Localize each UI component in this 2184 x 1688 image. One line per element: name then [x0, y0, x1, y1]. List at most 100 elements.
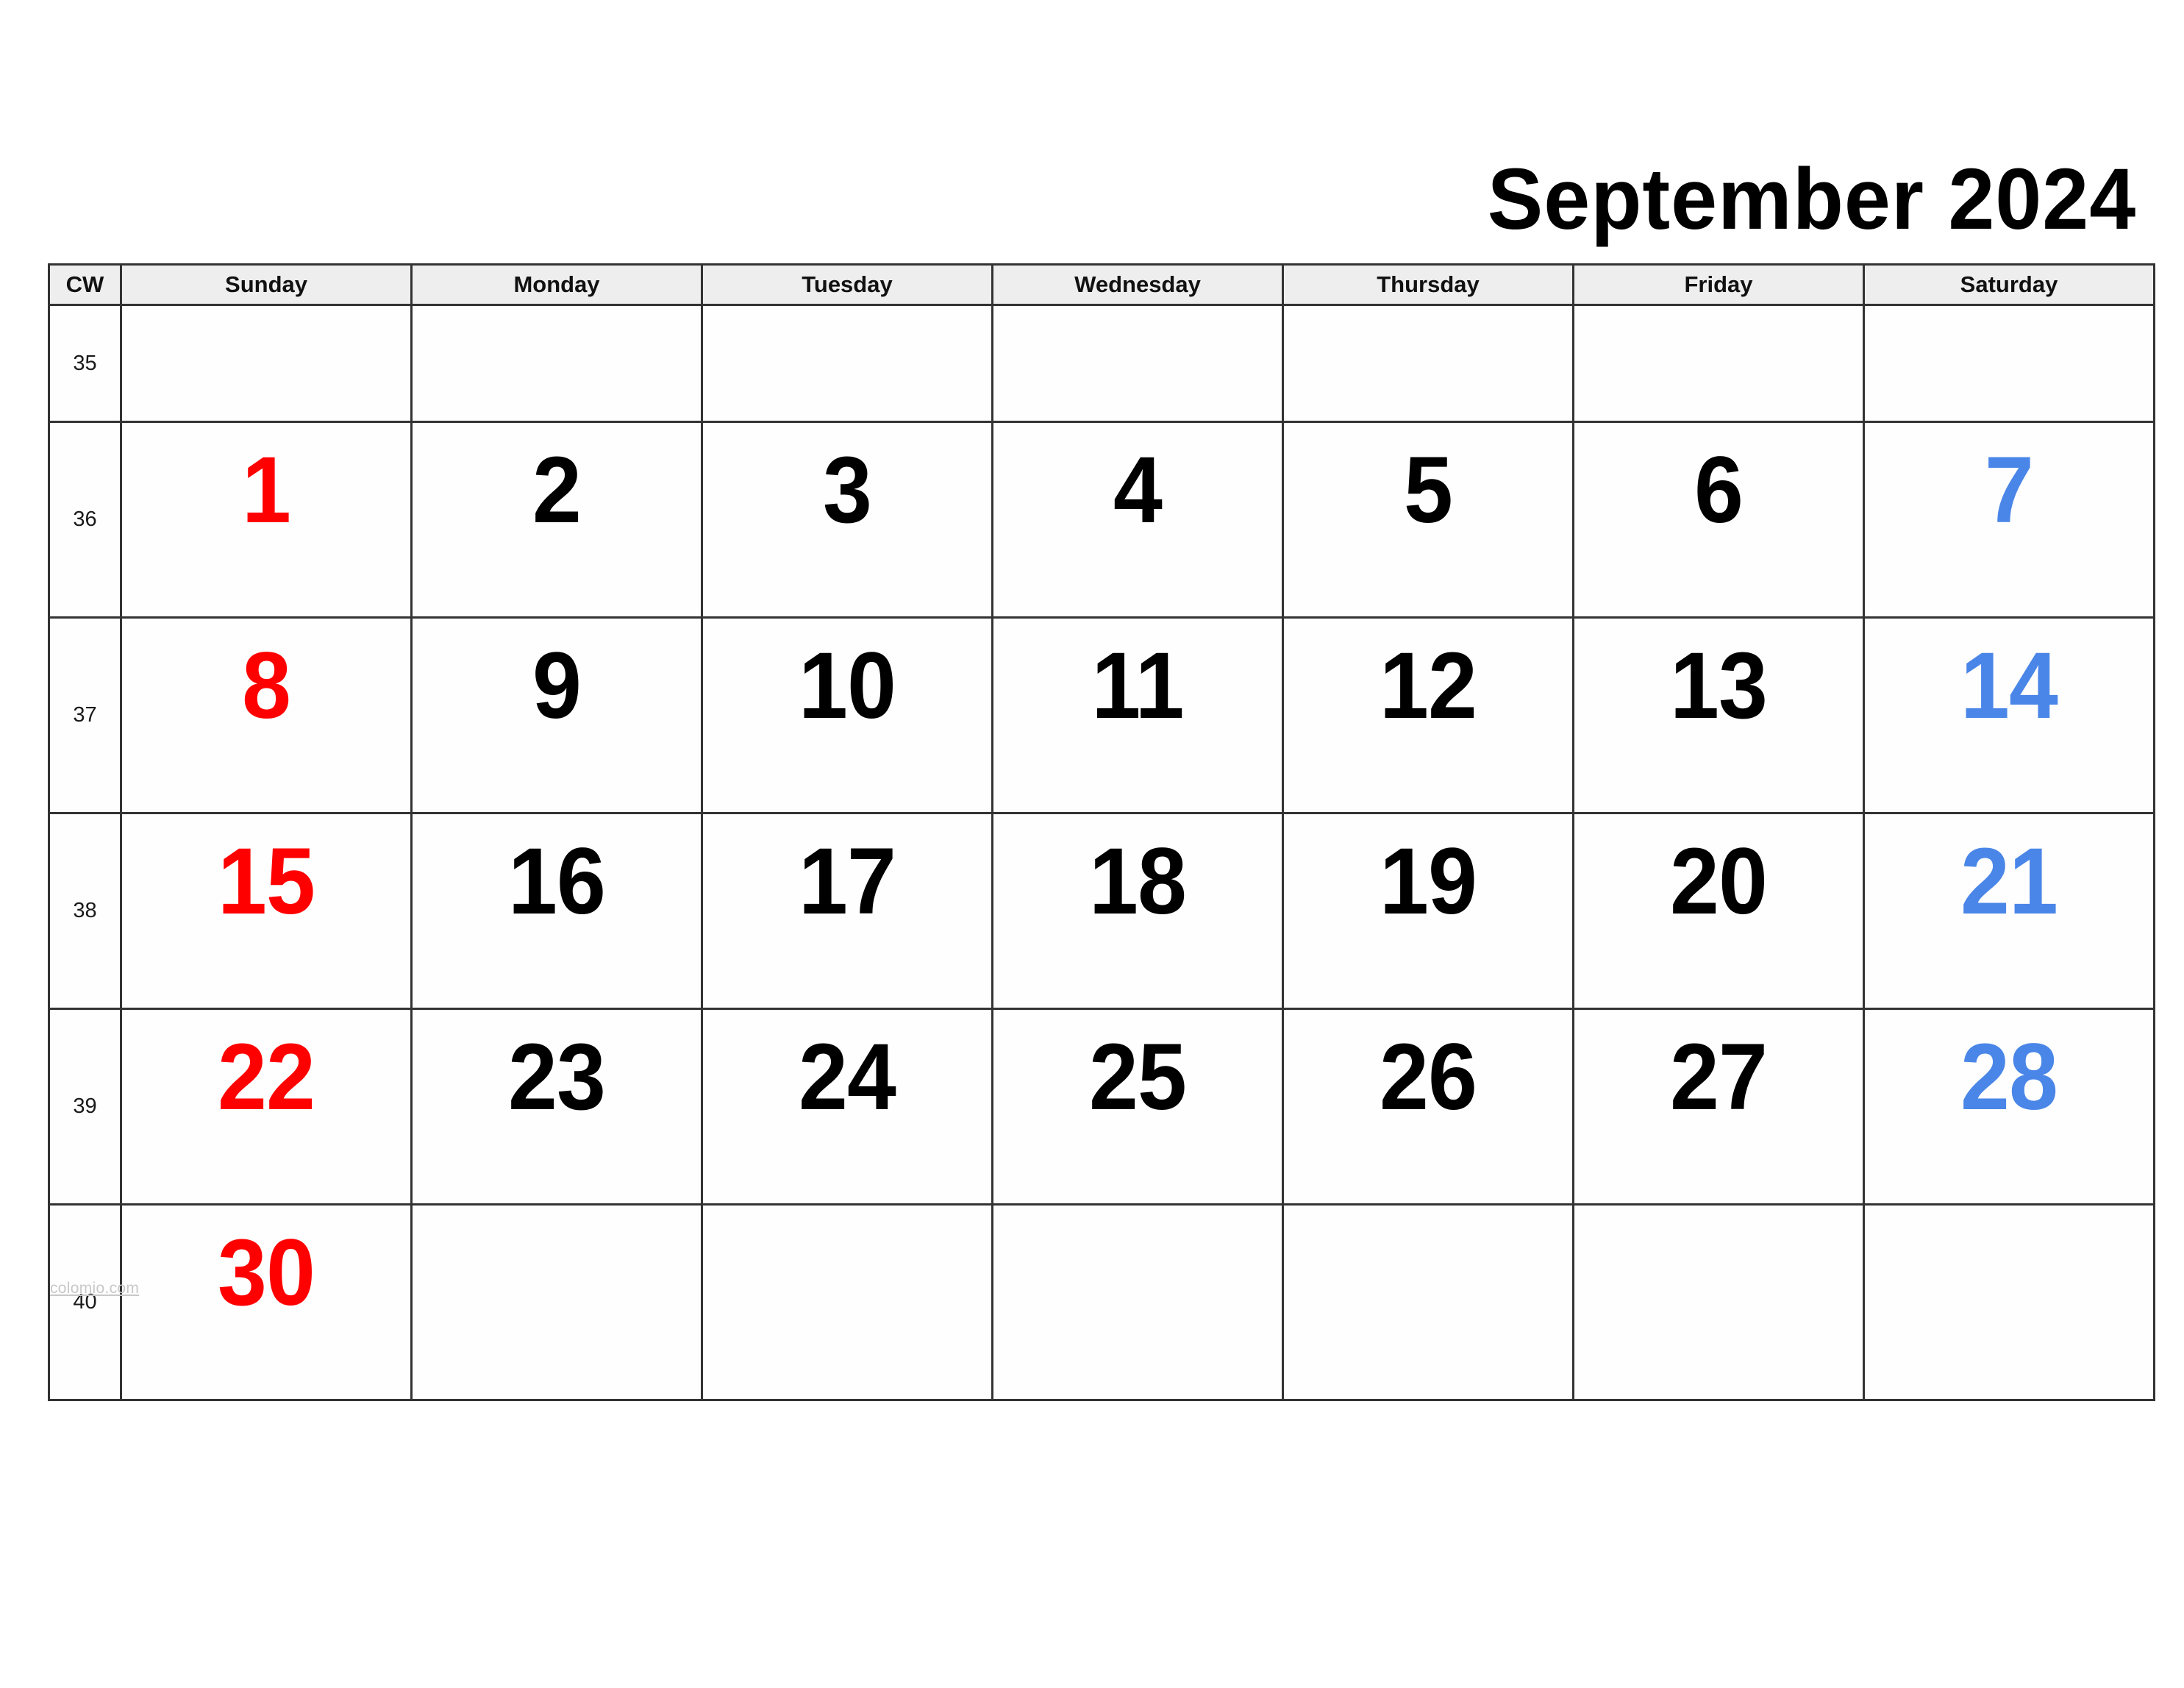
day-cell-thursday[interactable]: 5: [1282, 421, 1574, 619]
day-cell-sunday[interactable]: 30: [120, 1203, 413, 1401]
day-cell-tuesday[interactable]: 24: [701, 1008, 993, 1206]
calendar-week-row: 35: [48, 304, 2155, 423]
day-cell-wednesday[interactable]: [991, 304, 1284, 423]
day-cell-friday[interactable]: 20: [1572, 812, 1865, 1010]
day-cell-friday[interactable]: 13: [1572, 616, 1865, 814]
day-cell-friday[interactable]: 27: [1572, 1008, 1865, 1206]
day-cell-saturday[interactable]: [1863, 304, 2155, 423]
day-number: 18: [1089, 829, 1187, 934]
calendar-week-number: 39: [48, 1008, 122, 1206]
day-number: 22: [218, 1025, 315, 1130]
day-cell-saturday[interactable]: 7: [1863, 421, 2155, 619]
calendar-title-area: September 2024: [48, 110, 2136, 243]
day-number: 21: [1960, 829, 2058, 934]
calendar-week-number: 38: [48, 812, 122, 1010]
day-cell-friday[interactable]: 6: [1572, 421, 1865, 619]
day-cell-wednesday[interactable]: 11: [991, 616, 1284, 814]
day-number: 1: [242, 438, 291, 543]
day-number: [1293, 306, 1563, 421]
day-number: [1002, 1206, 1273, 1320]
day-cell-monday[interactable]: 23: [410, 1008, 703, 1206]
day-cell-saturday[interactable]: 21: [1863, 812, 2155, 1010]
day-number: 12: [1380, 633, 1477, 738]
day-number: 5: [1404, 438, 1453, 543]
day-cell-saturday[interactable]: 14: [1863, 616, 2155, 814]
column-header-saturday: Saturday: [1863, 263, 2155, 306]
day-cell-monday[interactable]: [410, 1203, 703, 1401]
day-number: 27: [1670, 1025, 1768, 1130]
calendar-week-row: 37 8 9 10 11 12 13 14: [48, 616, 2155, 814]
day-cell-tuesday[interactable]: 17: [701, 812, 993, 1010]
day-number: 15: [218, 829, 315, 934]
day-number: 28: [1960, 1025, 2058, 1130]
day-cell-monday[interactable]: 16: [410, 812, 703, 1010]
day-number: 8: [242, 633, 291, 738]
day-cell-tuesday[interactable]: 10: [701, 616, 993, 814]
calendar-week-number: 36: [48, 421, 122, 619]
day-number: 14: [1960, 633, 2058, 738]
day-number: 6: [1694, 438, 1744, 543]
day-cell-thursday[interactable]: 26: [1282, 1008, 1574, 1206]
day-cell-thursday[interactable]: 19: [1282, 812, 1574, 1010]
day-number: 23: [508, 1025, 606, 1130]
day-number: 25: [1089, 1025, 1187, 1130]
day-cell-sunday[interactable]: 8: [120, 616, 413, 814]
day-number: [421, 1206, 692, 1320]
day-cell-friday[interactable]: [1572, 1203, 1865, 1401]
day-number: [1583, 1206, 1854, 1320]
calendar-week-row: 39 22 23 24 25 26 27 28: [48, 1008, 2155, 1206]
day-number: [1583, 306, 1854, 421]
day-number: 20: [1670, 829, 1768, 934]
day-number: [1874, 1206, 2144, 1320]
day-cell-monday[interactable]: 9: [410, 616, 703, 814]
day-cell-wednesday[interactable]: [991, 1203, 1284, 1401]
day-cell-tuesday[interactable]: [701, 304, 993, 423]
calendar-header-row-group: CW Sunday Monday Tuesday Wednesday Thurs…: [48, 263, 2155, 306]
day-number: [712, 1206, 982, 1320]
day-number: 19: [1380, 829, 1477, 934]
day-number: 9: [532, 633, 582, 738]
calendar-week-row: 36 1 2 3 4 5 6 7: [48, 421, 2155, 619]
day-number: [1293, 1206, 1563, 1320]
page-title: September 2024: [1487, 151, 2136, 248]
day-cell-thursday[interactable]: [1282, 304, 1574, 423]
day-cell-thursday[interactable]: [1282, 1203, 1574, 1401]
day-number: [1002, 306, 1273, 421]
day-cell-tuesday[interactable]: 3: [701, 421, 993, 619]
day-cell-tuesday[interactable]: [701, 1203, 993, 1401]
day-cell-sunday[interactable]: 22: [120, 1008, 413, 1206]
day-number: 10: [799, 633, 896, 738]
day-number: [131, 306, 402, 421]
day-cell-sunday[interactable]: 15: [120, 812, 413, 1010]
calendar-body: 35 36 1 2 3 4 5 6 7 37 8 9 10 11 12 13 14 38 15 16 17 18 19 20…: [48, 304, 2155, 1401]
day-cell-friday[interactable]: [1572, 304, 1865, 423]
day-cell-sunday[interactable]: 1: [120, 421, 413, 619]
day-number: 11: [1091, 633, 1184, 738]
column-header-cw: CW: [48, 263, 122, 306]
calendar-week-number: 35: [48, 304, 122, 423]
column-header-tuesday: Tuesday: [701, 263, 993, 306]
day-cell-monday[interactable]: 2: [410, 421, 703, 619]
day-number: 2: [532, 438, 582, 543]
day-number: 13: [1670, 633, 1768, 738]
day-number: [1874, 306, 2144, 421]
calendar-week-row: 40 30: [48, 1203, 2155, 1401]
calendar-table: CW Sunday Monday Tuesday Wednesday Thurs…: [48, 263, 2155, 1401]
calendar-week-number: 37: [48, 616, 122, 814]
day-cell-wednesday[interactable]: 4: [991, 421, 1284, 619]
day-number: 24: [799, 1025, 896, 1130]
column-header-thursday: Thursday: [1282, 263, 1574, 306]
day-number: 7: [1985, 438, 2034, 543]
day-cell-monday[interactable]: [410, 304, 703, 423]
day-number: 30: [218, 1220, 315, 1325]
day-cell-saturday[interactable]: [1863, 1203, 2155, 1401]
day-number: [712, 306, 982, 421]
calendar-page: September 2024 CW Sunday Monday Tuesday …: [0, 0, 2184, 1688]
day-cell-wednesday[interactable]: 18: [991, 812, 1284, 1010]
calendar-week-number: 40: [48, 1203, 122, 1401]
day-cell-saturday[interactable]: 28: [1863, 1008, 2155, 1206]
watermark-link[interactable]: colomio.com: [50, 1280, 139, 1297]
day-cell-wednesday[interactable]: 25: [991, 1008, 1284, 1206]
day-cell-thursday[interactable]: 12: [1282, 616, 1574, 814]
day-cell-sunday[interactable]: [120, 304, 413, 423]
